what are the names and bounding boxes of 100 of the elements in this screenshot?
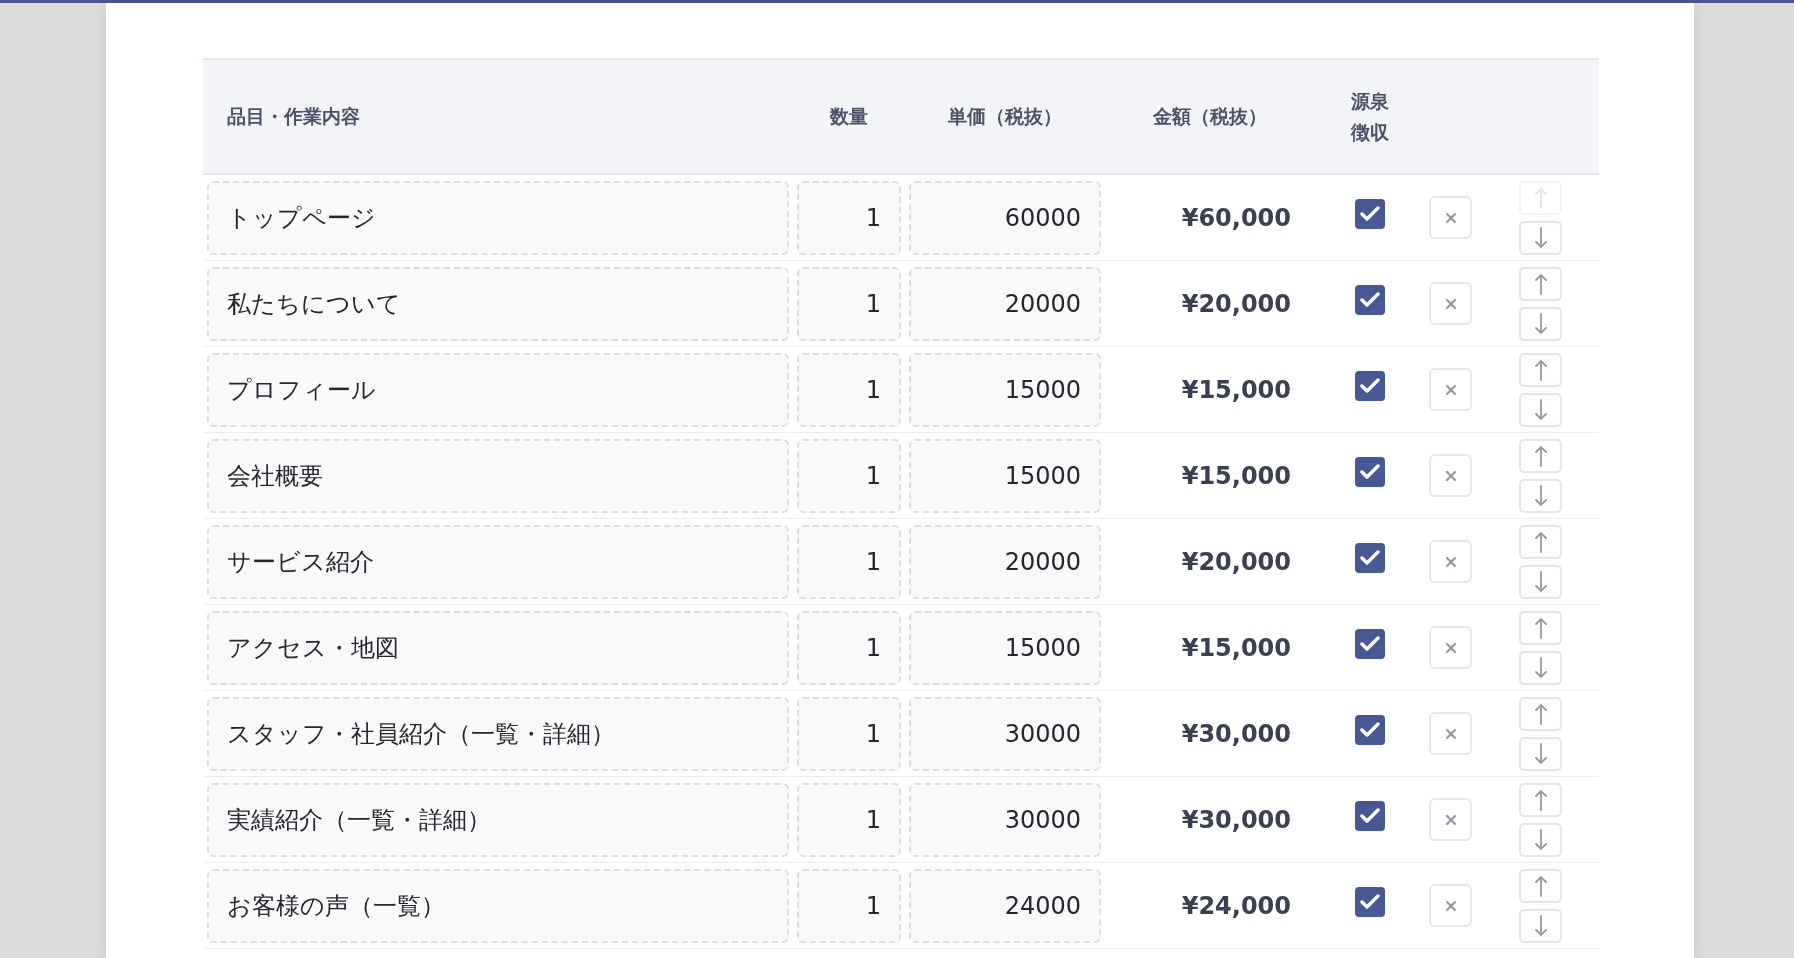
delete-button[interactable] bbox=[1429, 368, 1472, 411]
unit-price-field[interactable]: 24000 bbox=[909, 868, 1101, 943]
item-field[interactable]: 私たちについて bbox=[207, 266, 789, 341]
item-field[interactable]: アクセス・地図 bbox=[207, 610, 789, 685]
amount-text: ¥30,000 bbox=[1181, 719, 1292, 748]
arrow-down-icon bbox=[1533, 914, 1548, 937]
delete-button[interactable] bbox=[1429, 282, 1472, 325]
withholding-checkbox[interactable] bbox=[1355, 284, 1385, 315]
checkmark-icon bbox=[1360, 721, 1380, 738]
close-icon bbox=[1444, 383, 1457, 396]
arrow-down-icon bbox=[1533, 312, 1548, 335]
withholding-checkbox[interactable] bbox=[1355, 542, 1385, 573]
move-up-button[interactable] bbox=[1519, 610, 1562, 645]
arrow-up-icon bbox=[1533, 272, 1548, 295]
quantity-field[interactable]: 1 bbox=[797, 868, 901, 943]
move-up-button[interactable] bbox=[1519, 266, 1562, 301]
move-up-button[interactable] bbox=[1519, 352, 1562, 387]
arrow-down-icon bbox=[1533, 656, 1548, 679]
quantity-field[interactable]: 1 bbox=[797, 610, 901, 685]
move-down-button[interactable] bbox=[1519, 392, 1562, 427]
move-down-button[interactable] bbox=[1519, 736, 1562, 771]
move-down-button[interactable] bbox=[1519, 822, 1562, 857]
move-down-button[interactable] bbox=[1519, 650, 1562, 685]
arrow-up-icon bbox=[1533, 358, 1548, 381]
checkmark-icon bbox=[1360, 205, 1380, 222]
quantity-field[interactable]: 1 bbox=[797, 524, 901, 599]
move-down-button[interactable] bbox=[1519, 478, 1562, 513]
move-up-button[interactable] bbox=[1519, 696, 1562, 731]
arrow-up-icon bbox=[1533, 788, 1548, 811]
column-header: 数量 bbox=[793, 58, 905, 175]
amount-text: ¥15,000 bbox=[1181, 375, 1292, 404]
unit-price-field[interactable]: 15000 bbox=[909, 438, 1101, 513]
checkmark-icon bbox=[1360, 549, 1380, 566]
arrow-down-icon bbox=[1533, 742, 1548, 765]
unit-price-field[interactable]: 60000 bbox=[909, 180, 1101, 255]
amount-text: ¥24,000 bbox=[1181, 891, 1292, 920]
checkmark-icon bbox=[1360, 291, 1380, 308]
item-field[interactable]: お客様の声（一覧） bbox=[207, 868, 789, 943]
unit-price-field[interactable]: 30000 bbox=[909, 696, 1101, 771]
delete-button[interactable] bbox=[1429, 540, 1472, 583]
quantity-field[interactable]: 1 bbox=[797, 782, 901, 857]
unit-price-field[interactable]: 15000 bbox=[909, 610, 1101, 685]
withholding-checkbox[interactable] bbox=[1355, 886, 1385, 917]
unit-price-field[interactable]: 20000 bbox=[909, 266, 1101, 341]
item-field[interactable]: サービス紹介 bbox=[207, 524, 789, 599]
arrow-down-icon bbox=[1533, 828, 1548, 851]
move-up-button[interactable] bbox=[1519, 524, 1562, 559]
amount-text: ¥20,000 bbox=[1181, 547, 1292, 576]
column-header: 品目・作業内容 bbox=[203, 58, 793, 175]
move-up-button[interactable] bbox=[1519, 438, 1562, 473]
withholding-checkbox[interactable] bbox=[1355, 628, 1385, 659]
quantity-field[interactable]: 1 bbox=[797, 696, 901, 771]
close-icon bbox=[1444, 899, 1457, 912]
arrow-up-icon bbox=[1533, 702, 1548, 725]
move-down-button[interactable] bbox=[1519, 564, 1562, 599]
arrow-down-icon bbox=[1533, 398, 1548, 421]
quantity-field[interactable]: 1 bbox=[797, 352, 901, 427]
withholding-checkbox[interactable] bbox=[1355, 800, 1385, 831]
arrow-down-icon bbox=[1533, 570, 1548, 593]
item-field[interactable]: スタッフ・社員紹介（一覧・詳細） bbox=[207, 696, 789, 771]
unit-price-field[interactable]: 15000 bbox=[909, 352, 1101, 427]
withholding-checkbox[interactable] bbox=[1355, 456, 1385, 487]
arrow-up-icon bbox=[1533, 616, 1548, 639]
close-icon bbox=[1444, 813, 1457, 826]
item-field[interactable]: プロフィール bbox=[207, 352, 789, 427]
close-icon bbox=[1444, 297, 1457, 310]
delete-button[interactable] bbox=[1429, 884, 1472, 927]
delete-button[interactable] bbox=[1429, 712, 1472, 755]
unit-price-field[interactable]: 30000 bbox=[909, 782, 1101, 857]
checkmark-icon bbox=[1360, 635, 1380, 652]
checkmark-icon bbox=[1360, 463, 1380, 480]
withholding-checkbox[interactable] bbox=[1355, 370, 1385, 401]
quantity-field[interactable]: 1 bbox=[797, 438, 901, 513]
close-icon bbox=[1444, 555, 1457, 568]
move-down-button[interactable] bbox=[1519, 220, 1562, 255]
unit-price-field[interactable]: 20000 bbox=[909, 524, 1101, 599]
item-field[interactable]: 実績紹介（一覧・詳細） bbox=[207, 782, 789, 857]
move-up-button[interactable] bbox=[1519, 868, 1562, 903]
checkmark-icon bbox=[1360, 807, 1380, 824]
arrow-up-icon bbox=[1533, 444, 1548, 467]
item-field[interactable]: 会社概要 bbox=[207, 438, 789, 513]
delete-button[interactable] bbox=[1429, 454, 1472, 497]
checkmark-icon bbox=[1360, 893, 1380, 910]
quantity-field[interactable]: 1 bbox=[797, 266, 901, 341]
move-up-button[interactable] bbox=[1519, 782, 1562, 817]
close-icon bbox=[1444, 727, 1457, 740]
item-field[interactable]: トップページ bbox=[207, 180, 789, 255]
quantity-field[interactable]: 1 bbox=[797, 180, 901, 255]
withholding-checkbox[interactable] bbox=[1355, 198, 1385, 229]
move-down-button[interactable] bbox=[1519, 306, 1562, 341]
delete-button[interactable] bbox=[1429, 196, 1472, 239]
delete-button[interactable] bbox=[1429, 798, 1472, 841]
move-down-button[interactable] bbox=[1519, 908, 1562, 943]
arrow-up-icon bbox=[1533, 186, 1548, 209]
withholding-checkbox[interactable] bbox=[1355, 714, 1385, 745]
column-header: 源泉徴収 bbox=[1315, 58, 1425, 175]
arrow-up-icon bbox=[1533, 530, 1548, 553]
delete-button[interactable] bbox=[1429, 626, 1472, 669]
amount-text: ¥15,000 bbox=[1181, 633, 1292, 662]
checkmark-icon bbox=[1360, 377, 1380, 394]
